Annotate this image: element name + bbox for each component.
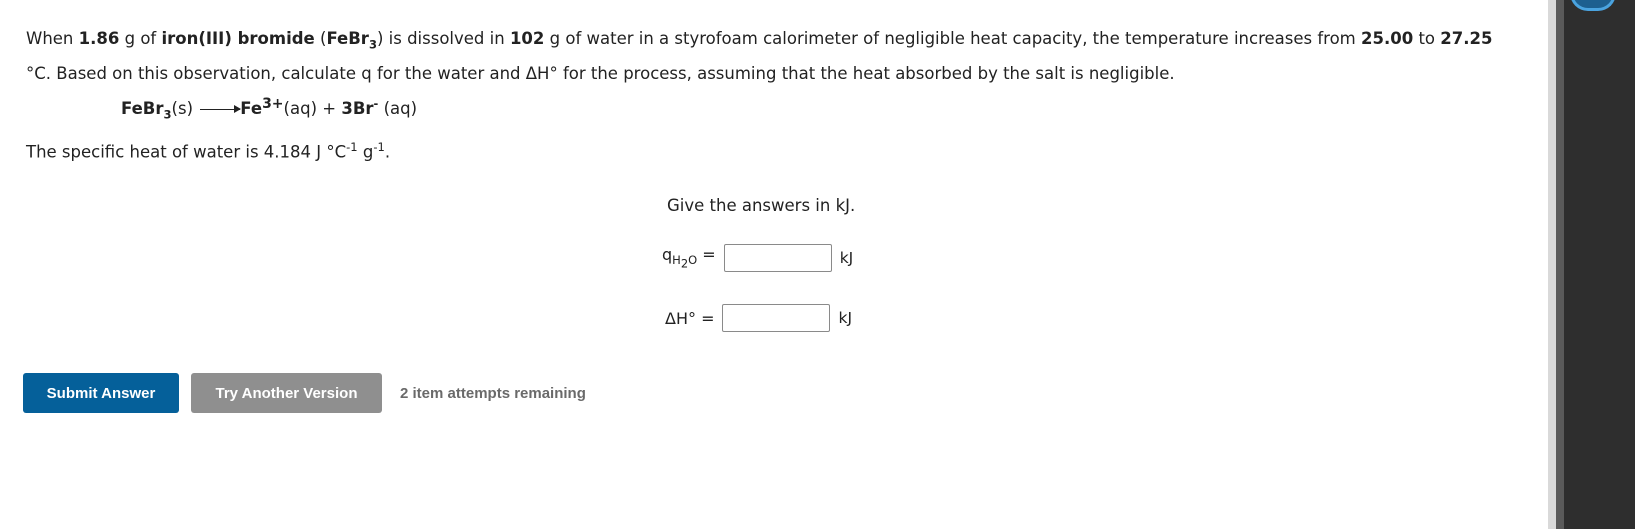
q-water-unit: kJ [839, 249, 854, 267]
attempts-remaining: 2 item attempts remaining [400, 385, 586, 402]
final-temp: 27.25 [1440, 29, 1493, 48]
water-mass: 102 [509, 29, 545, 48]
reaction-arrow-icon [200, 105, 242, 113]
delta-h-label: ΔH° = [665, 308, 715, 328]
answers-instruction: Give the answers in kJ. [667, 196, 856, 215]
reactant: FeBr3 [121, 99, 172, 122]
reaction-equation: FeBr3(s) Fe3+(aq) + 3Br- (aq) [121, 96, 418, 122]
product-iron: Fe3+ [240, 96, 284, 118]
q-water-row: qH2O = kJ [662, 244, 853, 272]
delta-h-row: ΔH° = kJ [665, 304, 852, 332]
initial-temp: 25.00 [1361, 29, 1414, 48]
salt-mass: 1.86 [78, 29, 120, 48]
side-panel [1556, 0, 1635, 529]
submit-answer-button[interactable]: Submit Answer [23, 373, 179, 413]
main-content: When 1.86 g of iron(III) bromide (FeBr3)… [0, 0, 1548, 529]
scrollbar[interactable] [1548, 0, 1556, 529]
product-bromide: 3Br- [341, 96, 379, 119]
delta-h-unit: kJ [838, 309, 853, 327]
q-water-label: qH2O = [662, 245, 716, 271]
delta-h-input[interactable] [722, 304, 831, 332]
side-panel-edge [1556, 0, 1564, 529]
compound-formula: FeBr3 [326, 29, 377, 52]
try-another-version-button[interactable]: Try Another Version [191, 373, 382, 413]
q-water-input[interactable] [723, 244, 832, 272]
specific-heat-note: The specific heat of water is 4.184 J °C… [26, 140, 391, 162]
question-text: When 1.86 g of iron(III) bromide (FeBr3)… [26, 29, 1493, 84]
compound-name: iron(III) bromide [161, 29, 315, 48]
